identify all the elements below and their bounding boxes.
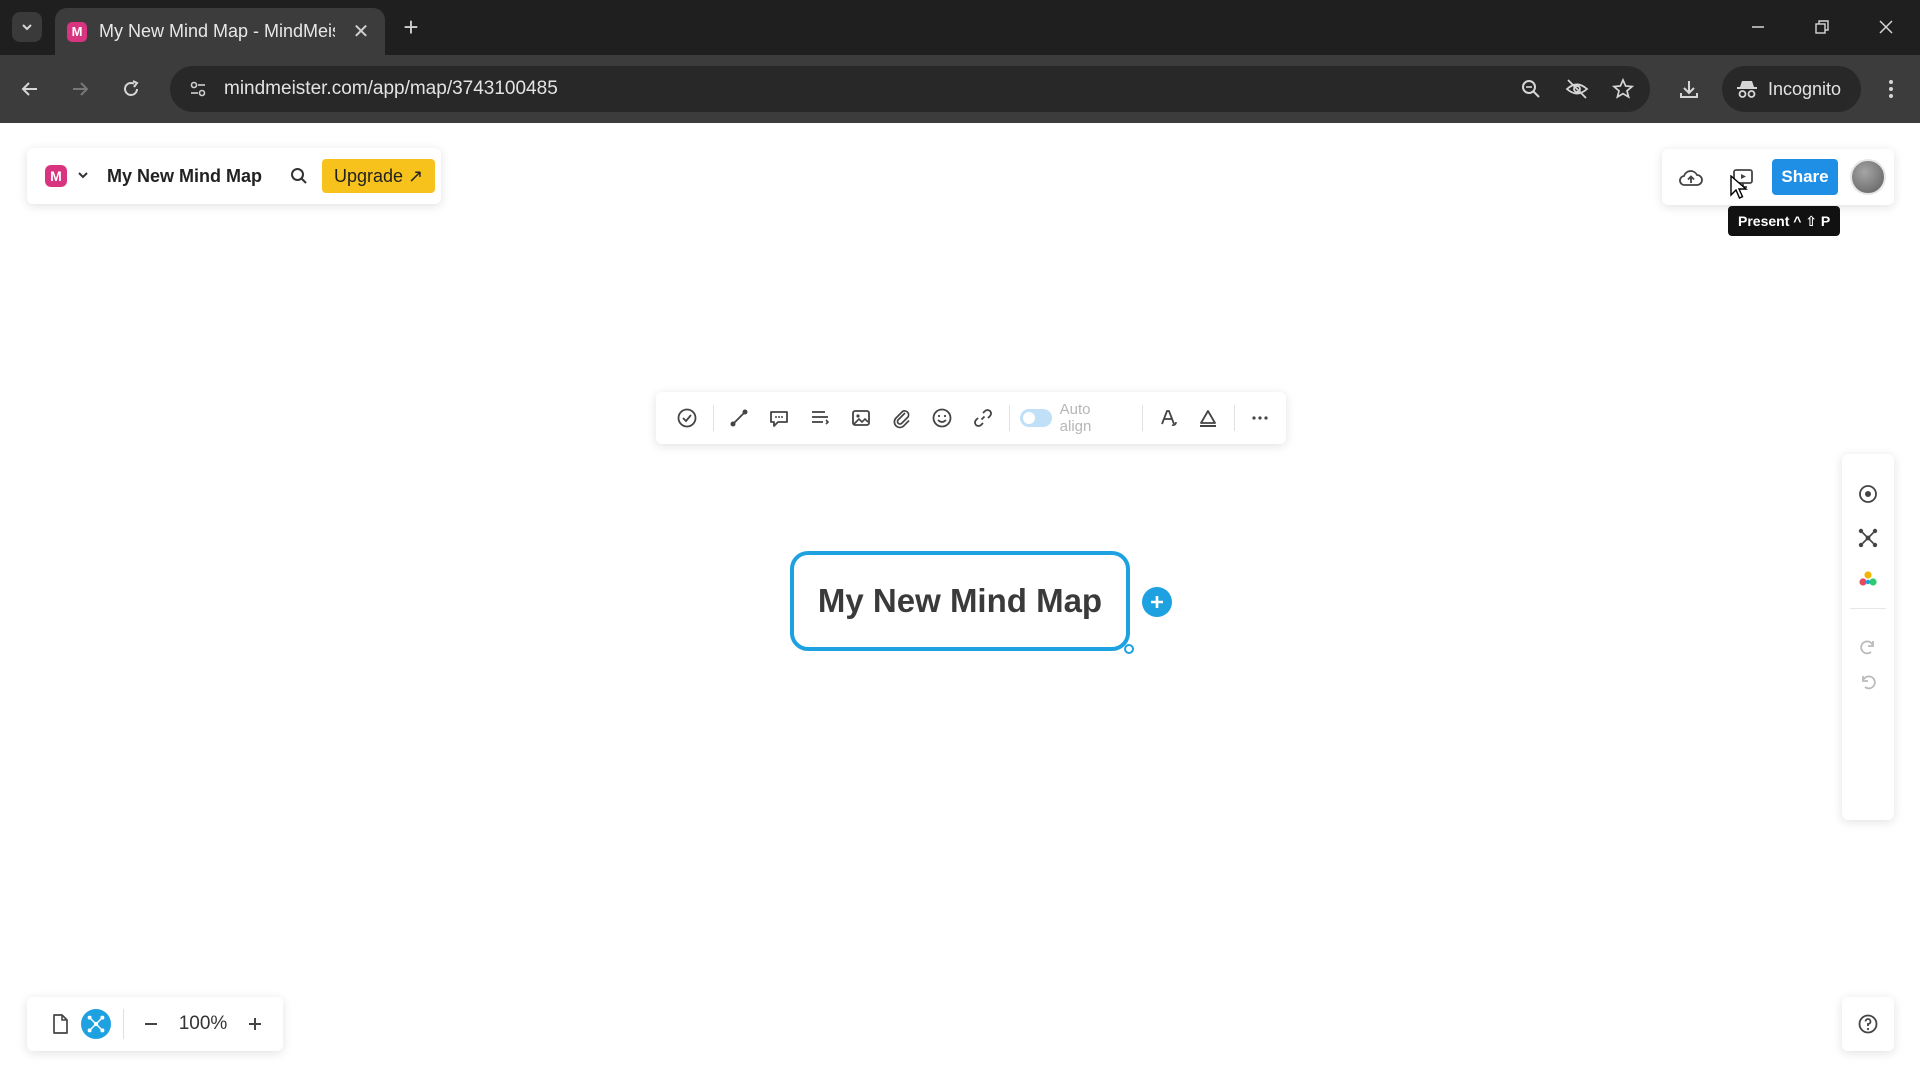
browser-menu-button[interactable]: [1876, 73, 1906, 105]
add-child-topic-button[interactable]: [1142, 587, 1172, 617]
check-circle-icon[interactable]: [672, 403, 702, 433]
upgrade-button[interactable]: Upgrade ↗: [322, 159, 436, 193]
toolbar-divider: [1234, 405, 1236, 431]
auto-align-label: Auto align: [1059, 401, 1092, 435]
zoom-level[interactable]: 100%: [178, 1013, 228, 1035]
present-tooltip: Present ^ ⇧ P: [1728, 206, 1841, 236]
text-color-icon[interactable]: [1194, 403, 1224, 433]
site-info-icon[interactable]: [186, 77, 210, 101]
comment-icon[interactable]: [764, 403, 794, 433]
arrow-left-icon: [21, 82, 37, 96]
mouse-cursor-icon: [1730, 175, 1748, 199]
back-button[interactable]: [14, 73, 46, 105]
search-icon[interactable]: [286, 163, 312, 189]
right-side-panel: [1842, 454, 1894, 820]
user-avatar[interactable]: [1850, 159, 1886, 195]
map-title[interactable]: My New Mind Map: [107, 166, 262, 187]
toolbar-divider: [712, 405, 714, 431]
help-circle-icon: [1858, 1014, 1878, 1034]
close-window-icon[interactable]: [1866, 12, 1906, 42]
document-panel: M My New Mind Map Upgrade ↗: [27, 148, 441, 204]
plus-icon: [249, 1018, 261, 1030]
toolbar-divider: [1141, 405, 1143, 431]
style-icon[interactable]: [1153, 403, 1183, 433]
node-toolbar: Auto align: [656, 392, 1286, 444]
downloads-button[interactable]: [1673, 73, 1705, 105]
browser-tab-active[interactable]: M My New Mind Map - MindMeister ✕: [55, 8, 385, 55]
tab-search-button[interactable]: [12, 12, 42, 42]
download-icon: [1680, 81, 1698, 98]
mind-map-canvas[interactable]: M My New Mind Map Upgrade ↗ Share Presen…: [0, 123, 1920, 1080]
incognito-indicator[interactable]: Incognito: [1722, 66, 1862, 112]
restore-window-icon[interactable]: [1802, 12, 1842, 42]
reload-icon: [124, 80, 139, 96]
view-zoom-panel: 100%: [27, 997, 283, 1051]
share-button[interactable]: Share: [1772, 159, 1838, 195]
theme-icon[interactable]: [1853, 565, 1883, 595]
mind-map-layout-icon[interactable]: [1853, 523, 1883, 553]
browser-toolbar: mindmeister.com/app/map/3743100485 Incog…: [0, 55, 1920, 123]
attachment-icon[interactable]: [887, 403, 917, 433]
minimize-window-icon[interactable]: [1738, 12, 1778, 42]
more-icon[interactable]: [1245, 403, 1275, 433]
panel-divider: [1850, 608, 1886, 609]
reload-button[interactable]: [115, 73, 147, 105]
redo-icon[interactable]: [1853, 632, 1883, 662]
bookmark-star-icon[interactable]: [1610, 75, 1636, 103]
close-tab-icon[interactable]: ✕: [349, 19, 373, 44]
toolbar-divider: [1008, 405, 1010, 431]
image-icon[interactable]: [846, 403, 876, 433]
mindmeister-logo-icon[interactable]: M: [45, 165, 67, 187]
address-bar[interactable]: mindmeister.com/app/map/3743100485: [170, 66, 1650, 112]
focus-icon[interactable]: [1853, 479, 1883, 509]
outline-view-icon[interactable]: [45, 1009, 75, 1039]
mindmeister-favicon-icon: M: [67, 21, 87, 42]
auto-align-toggle[interactable]: Auto align: [1019, 401, 1126, 435]
incognito-icon: [1737, 81, 1757, 98]
zoom-icon[interactable]: [1518, 75, 1544, 103]
node-resize-handle[interactable]: [1124, 644, 1134, 654]
url-text[interactable]: mindmeister.com/app/map/3743100485: [224, 78, 558, 100]
link-icon[interactable]: [968, 403, 998, 433]
zoom-out-button[interactable]: [138, 1011, 164, 1037]
minus-icon: [145, 1023, 157, 1025]
panel-divider: [123, 1009, 124, 1039]
zoom-in-button[interactable]: [242, 1011, 268, 1037]
browser-tab-bar: M My New Mind Map - MindMeister ✕ +: [0, 0, 1920, 55]
connection-icon[interactable]: [724, 403, 754, 433]
auto-align-switch[interactable]: [1019, 409, 1052, 427]
mind-map-view-icon[interactable]: [81, 1009, 111, 1039]
chevron-down-icon: [22, 24, 32, 31]
root-topic-node[interactable]: My New Mind Map: [790, 551, 1130, 651]
chevron-down-icon[interactable]: [77, 169, 91, 184]
forward-button[interactable]: [64, 73, 96, 105]
tab-title: My New Mind Map - MindMeister: [99, 21, 335, 41]
more-vertical-icon: [1889, 80, 1893, 98]
new-tab-button[interactable]: +: [396, 12, 426, 42]
note-icon[interactable]: [805, 403, 835, 433]
undo-icon[interactable]: [1853, 667, 1883, 697]
incognito-label: Incognito: [1768, 78, 1842, 99]
plus-icon: [1151, 596, 1163, 608]
help-button[interactable]: [1842, 997, 1894, 1051]
emoji-icon[interactable]: [927, 403, 957, 433]
arrow-right-icon: [73, 82, 89, 96]
tracking-protection-icon[interactable]: [1564, 75, 1590, 103]
cloud-sync-icon[interactable]: [1676, 163, 1706, 193]
top-right-panel: Share: [1662, 149, 1894, 205]
